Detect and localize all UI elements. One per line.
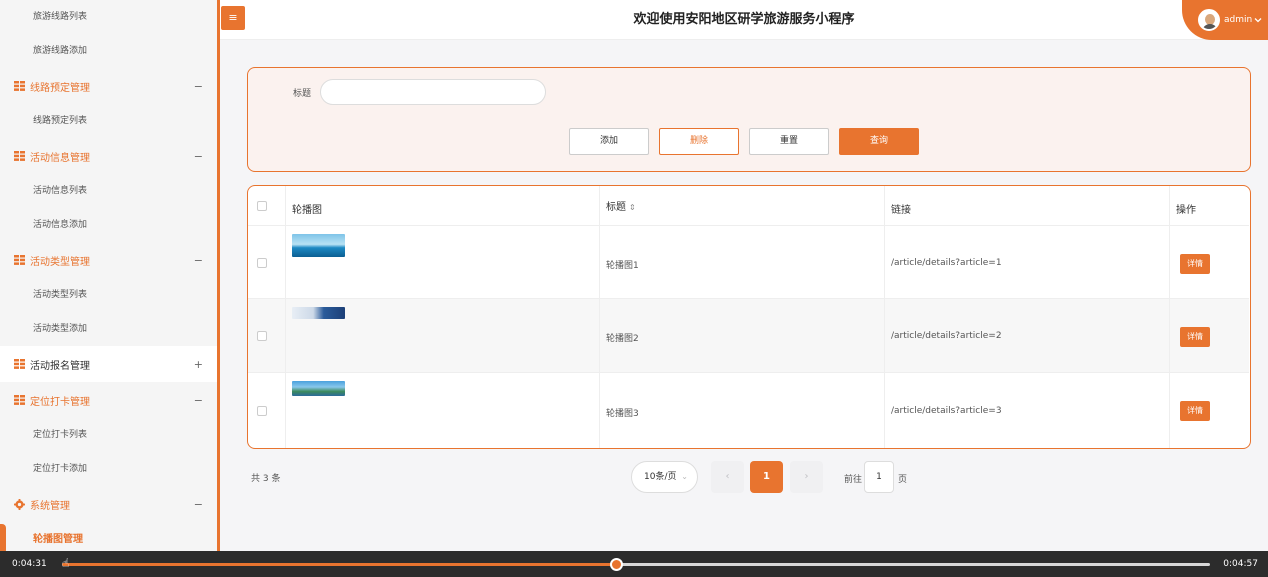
row-title: 轮播图2	[606, 334, 639, 344]
select-all-checkbox[interactable]	[257, 201, 267, 211]
table-header-row: 轮播图 标题 ⇕ 链接 操作	[248, 186, 1249, 226]
page-size-value: 10条/页	[644, 472, 677, 482]
row-checkbox[interactable]	[257, 331, 267, 341]
total-time: 0:04:57	[1223, 559, 1258, 569]
video-progress-track[interactable]	[62, 558, 1210, 571]
sidebar-group-label: 线路预定管理	[30, 82, 90, 94]
sidebar-subitem[interactable]: 活动类型添加	[0, 312, 217, 346]
column-header-image: 轮播图	[292, 205, 322, 216]
add-button[interactable]: 添加	[569, 128, 649, 155]
chevron-down-icon	[1254, 18, 1262, 23]
gear-icon	[14, 499, 25, 510]
sidebar-group[interactable]: 活动信息管理 −	[0, 138, 217, 174]
sidebar-group-label: 定位打卡管理	[30, 396, 90, 408]
page-title: 欢迎使用安阳地区研学旅游服务小程序	[633, 12, 855, 27]
sidebar-item-label: 轮播图管理	[33, 534, 83, 545]
collapse-icon: −	[193, 79, 203, 93]
delete-button[interactable]: 删除	[659, 128, 739, 155]
sidebar-subitem[interactable]: 定位打卡添加	[0, 452, 217, 486]
user-name: admin	[1224, 15, 1253, 25]
hand-cursor-icon: ☝	[62, 556, 70, 570]
sidebar-group[interactable]: 系统管理 −	[0, 486, 217, 522]
grid-icon	[14, 151, 25, 161]
goto-suffix: 页	[898, 475, 908, 485]
sidebar-subitem[interactable]: 线路预定列表	[0, 104, 217, 138]
sidebar-subitem[interactable]: 活动类型列表	[0, 278, 217, 312]
avatar	[1198, 9, 1220, 31]
table-row: 轮播图2 /article/details?article=2 详情	[248, 299, 1249, 373]
sidebar-subitem[interactable]: 旅游线路添加	[0, 34, 217, 68]
active-indicator	[0, 524, 6, 551]
expand-icon: +	[193, 357, 203, 371]
row-checkbox[interactable]	[257, 406, 267, 416]
grid-icon	[14, 255, 25, 265]
prev-page-button[interactable]: ‹	[711, 461, 744, 493]
sidebar-subitem[interactable]: 活动信息列表	[0, 174, 217, 208]
detail-button[interactable]: 详情	[1180, 401, 1210, 421]
search-panel: 标题 添加 删除 重置 查询	[247, 67, 1251, 172]
detail-button[interactable]: 详情	[1180, 254, 1210, 274]
collapse-icon: −	[193, 497, 203, 511]
goto-page-input[interactable]: 1	[864, 461, 894, 493]
sidebar-group-label: 活动报名管理	[30, 360, 90, 372]
grid-icon	[14, 359, 25, 369]
carousel-thumbnail	[292, 307, 345, 319]
current-time: 0:04:31	[12, 559, 47, 569]
video-player-bar: 0:04:31 ☝ 0:04:57	[0, 551, 1268, 577]
sidebar-group-label: 活动信息管理	[30, 152, 90, 164]
next-page-button[interactable]: ›	[790, 461, 823, 493]
search-label: 标题	[293, 89, 312, 99]
row-checkbox[interactable]	[257, 258, 267, 268]
sidebar-group[interactable]: 活动类型管理 −	[0, 242, 217, 278]
page-number-button[interactable]: 1	[750, 461, 783, 493]
table-row: 轮播图3 /article/details?article=3 详情	[248, 373, 1249, 448]
sidebar-item-active[interactable]: 轮播图管理	[0, 522, 217, 551]
sidebar-group-label: 系统管理	[30, 500, 70, 512]
header: ≡ 欢迎使用安阳地区研学旅游服务小程序 admin	[220, 0, 1268, 40]
sidebar-group[interactable]: 活动报名管理 +	[0, 346, 217, 382]
video-progress-fill	[62, 563, 617, 566]
sidebar-group[interactable]: 线路预定管理 −	[0, 68, 217, 104]
row-link: /article/details?article=1	[891, 258, 1002, 268]
sidebar-group[interactable]: 定位打卡管理 −	[0, 382, 217, 418]
detail-button[interactable]: 详情	[1180, 327, 1210, 347]
sort-icon[interactable]: ⇕	[629, 203, 636, 212]
reset-button[interactable]: 重置	[749, 128, 829, 155]
page-size-select[interactable]: 10条/页 ⌄	[631, 461, 698, 493]
goto-label: 前往	[844, 475, 863, 485]
sidebar-group-label: 活动类型管理	[30, 256, 90, 268]
sidebar-subitem[interactable]: 旅游线路列表	[0, 0, 217, 34]
grid-icon	[14, 81, 25, 91]
row-link: /article/details?article=3	[891, 406, 1002, 416]
title-search-input[interactable]	[320, 79, 546, 105]
data-table: 轮播图 标题 ⇕ 链接 操作 轮播图1 /article/details?arti…	[247, 185, 1251, 449]
video-progress-handle[interactable]	[610, 558, 624, 571]
column-header-title[interactable]: 标题 ⇕	[606, 198, 636, 213]
query-button[interactable]: 查询	[839, 128, 919, 155]
column-header-action: 操作	[1176, 205, 1196, 216]
sidebar-subitem[interactable]: 活动信息添加	[0, 208, 217, 242]
row-link: /article/details?article=2	[891, 331, 1002, 341]
sidebar-divider	[217, 0, 220, 551]
carousel-thumbnail	[292, 234, 345, 257]
column-header-link: 链接	[891, 205, 911, 216]
sidebar: 旅游线路列表 旅游线路添加 线路预定管理 − 线路预定列表 活动信息管理 − 活动信息列表 活动…	[0, 0, 217, 551]
row-title: 轮播图3	[606, 409, 639, 419]
grid-icon	[14, 395, 25, 405]
chevron-down-icon: ⌄	[681, 472, 688, 481]
carousel-thumbnail	[292, 381, 345, 396]
total-count: 共 3 条	[251, 474, 281, 484]
table-row: 轮播图1 /article/details?article=1 详情	[248, 226, 1249, 299]
column-header-title-label: 标题	[606, 202, 626, 213]
collapse-icon: −	[193, 393, 203, 407]
collapse-icon: −	[193, 253, 203, 267]
sidebar-subitem[interactable]: 定位打卡列表	[0, 418, 217, 452]
collapse-icon: −	[193, 149, 203, 163]
row-title: 轮播图1	[606, 261, 639, 271]
user-menu[interactable]: admin	[1182, 0, 1268, 40]
